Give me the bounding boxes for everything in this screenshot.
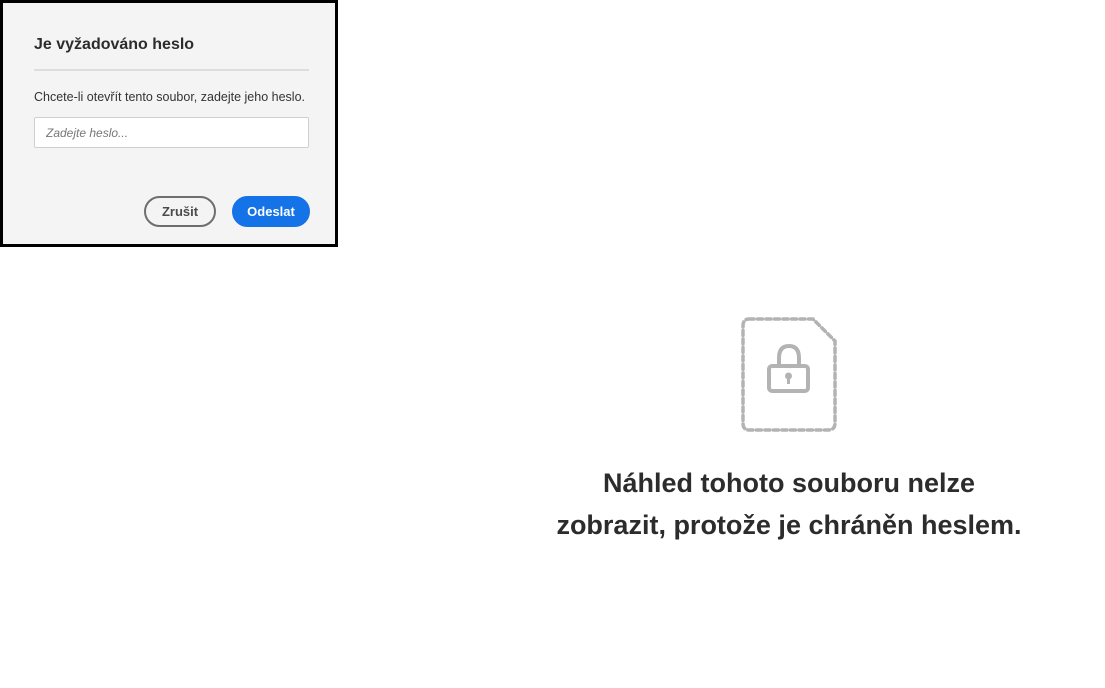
dialog-divider xyxy=(34,69,309,71)
locked-file-icon xyxy=(741,317,837,432)
preview-message-line-2: zobrazit, protože je chráněn heslem. xyxy=(556,510,1022,540)
dialog-title: Je vyžadováno heslo xyxy=(34,36,195,53)
keyhole-stem xyxy=(787,377,790,384)
lock-shackle xyxy=(777,343,801,366)
password-dialog: Je vyžadováno heslo Chcete-li otevřít te… xyxy=(0,0,338,247)
password-input[interactable] xyxy=(34,117,309,148)
dialog-message: Chcete-li otevřít tento soubor, zadejte … xyxy=(34,90,305,104)
submit-button[interactable]: Odeslat xyxy=(232,196,310,227)
preview-unavailable-message: Náhled tohoto souboru nelze zobrazit, pr… xyxy=(489,462,1089,546)
cancel-button[interactable]: Zrušit xyxy=(144,196,216,227)
preview-message-line-1: Náhled tohoto souboru nelze xyxy=(603,468,975,498)
page: Je vyžadováno heslo Chcete-li otevřít te… xyxy=(0,0,1105,688)
